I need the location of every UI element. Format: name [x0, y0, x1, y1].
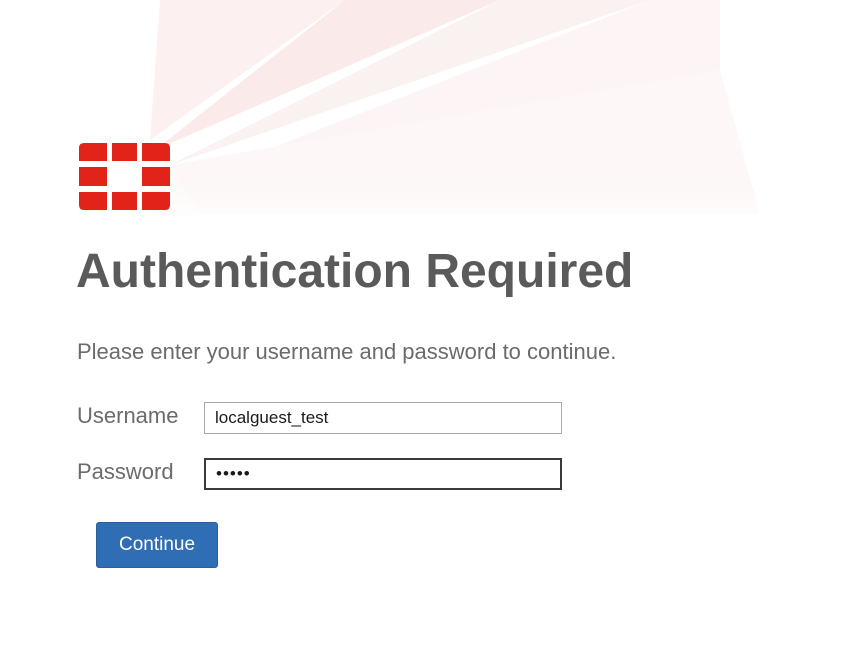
continue-button[interactable]: Continue — [96, 522, 218, 568]
fortinet-logo-icon — [79, 143, 170, 210]
username-input[interactable] — [204, 402, 562, 434]
password-input[interactable] — [204, 458, 562, 490]
page-title: Authentication Required — [76, 245, 634, 298]
password-label: Password — [77, 459, 174, 484]
instructions-text: Please enter your username and password … — [77, 339, 617, 364]
auth-page: Authentication Required Please enter you… — [0, 0, 850, 650]
username-label: Username — [77, 403, 179, 428]
